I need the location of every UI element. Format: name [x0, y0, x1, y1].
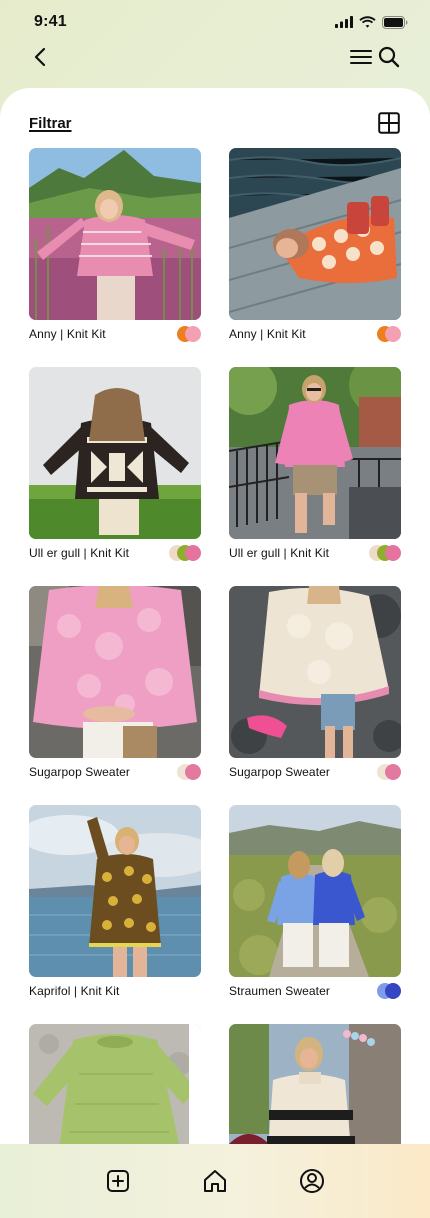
product-card[interactable] — [229, 1024, 401, 1148]
product-image — [29, 148, 201, 320]
color-swatch — [185, 545, 201, 561]
product-image — [29, 586, 201, 758]
nav-bar — [0, 40, 430, 74]
product-meta: Sugarpop Sweater — [29, 758, 201, 786]
product-title: Straumen Sweater — [229, 984, 330, 998]
nav-actions — [350, 46, 400, 68]
tab-add[interactable] — [98, 1161, 138, 1201]
add-square-icon — [107, 1170, 130, 1192]
profile-icon — [299, 1169, 324, 1193]
hamburger-menu-icon — [350, 50, 372, 64]
product-card[interactable] — [29, 1024, 201, 1148]
product-image — [29, 1024, 201, 1148]
grid-view-icon — [378, 112, 400, 134]
color-swatches[interactable] — [177, 326, 201, 342]
wifi-icon — [359, 16, 376, 28]
color-swatches[interactable] — [169, 545, 201, 561]
product-image — [229, 805, 401, 977]
color-swatches[interactable] — [369, 545, 401, 561]
product-card[interactable]: Straumen Sweater — [229, 805, 401, 1005]
status-time: 9:41 — [34, 13, 67, 30]
product-meta: Sugarpop Sweater — [229, 758, 401, 786]
color-swatches[interactable] — [377, 983, 401, 999]
product-card[interactable]: Ull er gull | Knit Kit — [229, 367, 401, 567]
color-swatches[interactable] — [377, 326, 401, 342]
product-image — [229, 586, 401, 758]
product-title: Sugarpop Sweater — [229, 765, 330, 779]
product-card[interactable]: Anny | Knit Kit — [229, 148, 401, 348]
product-title: Anny | Knit Kit — [29, 327, 106, 341]
status-icons — [335, 15, 408, 29]
product-card[interactable]: Kaprifol | Knit Kit — [29, 805, 201, 1005]
color-swatch — [385, 326, 401, 342]
product-meta: Anny | Knit Kit — [229, 320, 401, 348]
color-swatch — [185, 764, 201, 780]
product-card[interactable]: Sugarpop Sweater — [229, 586, 401, 786]
product-meta: Ull er gull | Knit Kit — [229, 539, 401, 567]
product-meta: Straumen Sweater — [229, 977, 401, 1005]
content-sheet: Filtrar Anny | Knit Kit Anny | Knit Kit … — [0, 88, 430, 1148]
product-card[interactable]: Sugarpop Sweater — [29, 586, 201, 786]
tab-profile[interactable] — [292, 1161, 332, 1201]
product-meta: Kaprifol | Knit Kit — [29, 977, 201, 1005]
back-button[interactable] — [32, 47, 48, 67]
product-image — [229, 1024, 401, 1148]
tab-bar — [0, 1144, 430, 1218]
product-title: Ull er gull | Knit Kit — [229, 546, 330, 560]
chevron-left-icon — [34, 47, 46, 67]
color-swatch — [385, 545, 401, 561]
color-swatch — [385, 983, 401, 999]
grid-view-toggle[interactable] — [378, 112, 400, 134]
home-icon — [203, 1170, 226, 1192]
menu-button[interactable] — [350, 48, 372, 66]
filter-button[interactable]: Filtrar — [29, 115, 72, 132]
product-meta: Anny | Knit Kit — [29, 320, 201, 348]
product-card[interactable]: Anny | Knit Kit — [29, 148, 201, 348]
search-icon — [378, 46, 400, 68]
product-title: Kaprifol | Knit Kit — [29, 984, 120, 998]
product-title: Sugarpop Sweater — [29, 765, 130, 779]
product-title: Anny | Knit Kit — [229, 327, 306, 341]
product-grid: Anny | Knit Kit Anny | Knit Kit Ull er g… — [29, 148, 401, 1148]
product-card[interactable]: Ull er gull | Knit Kit — [29, 367, 201, 567]
status-bar: 9:41 — [0, 0, 430, 44]
color-swatch — [385, 764, 401, 780]
product-title: Ull er gull | Knit Kit — [29, 546, 130, 560]
color-swatch — [185, 326, 201, 342]
sheet-header: Filtrar — [29, 110, 400, 136]
product-image — [229, 148, 401, 320]
product-image — [229, 367, 401, 539]
product-meta: Ull er gull | Knit Kit — [29, 539, 201, 567]
tab-home[interactable] — [195, 1161, 235, 1201]
product-image — [29, 367, 201, 539]
color-swatches[interactable] — [177, 764, 201, 780]
search-button[interactable] — [378, 46, 400, 68]
battery-icon — [382, 15, 408, 29]
product-image — [29, 805, 201, 977]
cellular-signal-icon — [335, 16, 353, 28]
color-swatches[interactable] — [377, 764, 401, 780]
